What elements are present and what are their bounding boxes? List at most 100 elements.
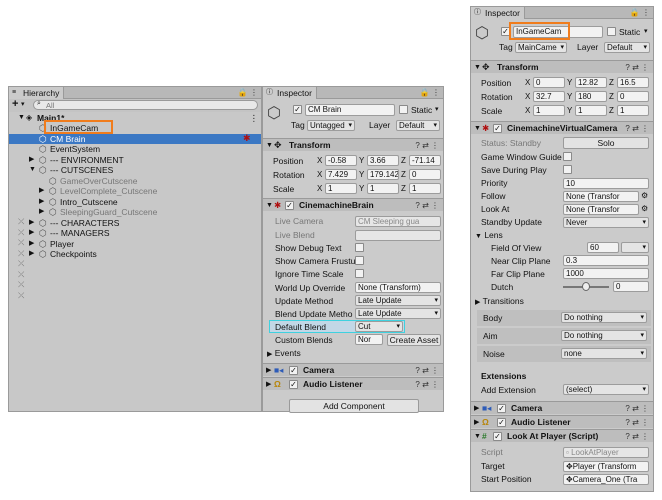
aim-dropdown[interactable]: Do nothing xyxy=(561,330,647,341)
lens-foldout[interactable]: ▼ Lens xyxy=(475,230,503,240)
start-position-field[interactable]: ✥Camera_One (Tra xyxy=(563,474,649,485)
collapse-arrow-icon[interactable]: ▼ xyxy=(474,430,481,443)
expand-arrow-icon[interactable]: ▶ xyxy=(29,228,34,238)
component-menu-icons[interactable]: ? ⇄ ⋮ xyxy=(415,378,439,391)
expand-arrow-icon[interactable]: ▼ xyxy=(29,165,36,175)
transform-y-field[interactable]: 12.82 xyxy=(575,77,607,88)
lock-and-menu-icons[interactable]: 🔒 ⋮ xyxy=(420,87,440,99)
virtual-camera-header[interactable]: ▼ ✱ ✓ CinemachineVirtualCamera ? ⇄ ⋮ xyxy=(471,121,653,134)
audio-listener-header[interactable]: ▶ Ω ✓ Audio Listener ? ⇄ ⋮ xyxy=(263,377,443,390)
save-during-play-checkbox[interactable] xyxy=(563,165,572,174)
dutch-field[interactable]: 0 xyxy=(613,281,649,292)
tag-dropdown[interactable]: Untagged xyxy=(307,120,355,131)
lock-and-menu-icons[interactable]: 🔒 ⋮ xyxy=(238,87,258,99)
expand-arrow-icon[interactable]: ▶ xyxy=(39,207,44,217)
show-frustum-checkbox[interactable] xyxy=(355,256,364,265)
layer-dropdown[interactable]: Default xyxy=(604,42,650,53)
transform-header[interactable]: ▼ ✥ Transform ? ⇄ ⋮ xyxy=(263,138,443,151)
collapse-arrow-icon[interactable]: ▼ xyxy=(266,139,273,152)
dutch-slider-handle[interactable] xyxy=(582,282,590,291)
static-checkbox[interactable] xyxy=(399,105,408,114)
collapse-arrow-icon[interactable]: ▼ xyxy=(266,199,273,212)
expand-arrow-icon[interactable]: ▶ xyxy=(474,416,479,429)
axis-z-label[interactable]: Z xyxy=(609,92,614,101)
enabled-checkbox[interactable]: ✓ xyxy=(493,432,502,441)
static-checkbox[interactable] xyxy=(607,27,616,36)
standby-dropdown[interactable]: Never xyxy=(563,217,649,228)
enabled-checkbox[interactable]: ✓ xyxy=(497,404,506,413)
enabled-checkbox[interactable]: ✓ xyxy=(289,366,298,375)
add-button[interactable]: + xyxy=(12,98,18,110)
transform-y-field[interactable]: 180 xyxy=(575,91,607,102)
world-up-field[interactable]: None (Transform) xyxy=(355,282,441,293)
tree-item[interactable]: ▶ ⬡ Checkpoints xyxy=(9,249,261,259)
static-dropdown-arrow-icon[interactable]: ▾ xyxy=(435,105,439,113)
hidden-eye-icon[interactable]: ⤫ xyxy=(18,280,24,291)
create-asset-button[interactable]: Create Asset xyxy=(387,334,441,346)
blend-update-dropdown[interactable]: Late Update xyxy=(355,308,441,319)
priority-field[interactable]: 10 xyxy=(563,178,649,189)
hidden-eye-icon[interactable]: ⤫ xyxy=(18,217,24,228)
axis-x-label[interactable]: X xyxy=(317,184,322,193)
body-dropdown[interactable]: Do nothing xyxy=(561,312,647,323)
inspector-tab[interactable]: ⓘ Inspector xyxy=(263,87,317,99)
hidden-eye-icon[interactable]: ⤫ xyxy=(18,259,24,270)
axis-x-label[interactable]: X xyxy=(317,170,322,179)
collapse-arrow-icon[interactable]: ▼ xyxy=(474,61,481,74)
expand-arrow-icon[interactable]: ▼ xyxy=(18,113,25,123)
axis-y-label[interactable]: Y xyxy=(359,156,364,165)
transform-z-field[interactable]: 1 xyxy=(409,183,441,194)
component-menu-icons[interactable]: ? ⇄ ⋮ xyxy=(625,122,649,135)
events-foldout[interactable]: ▶ Events xyxy=(267,348,301,358)
axis-z-label[interactable]: Z xyxy=(401,170,406,179)
tree-item[interactable]: ▶ ⬡ --- MANAGERS xyxy=(9,228,261,238)
enabled-checkbox[interactable]: ✓ xyxy=(497,418,506,427)
transform-z-field[interactable]: 0 xyxy=(617,91,649,102)
fov-mode-dropdown[interactable] xyxy=(621,242,649,253)
menu-icon[interactable]: ⋮ xyxy=(250,113,259,123)
transform-x-field[interactable]: 1 xyxy=(325,183,357,194)
hidden-eye-icon[interactable]: ⤫ xyxy=(18,291,24,302)
component-menu-icons[interactable]: ? ⇄ ⋮ xyxy=(415,199,439,212)
active-checkbox[interactable]: ✓ xyxy=(293,105,302,114)
lock-and-menu-icons[interactable]: 🔒 ⋮ xyxy=(630,7,650,19)
axis-y-label[interactable]: Y xyxy=(359,184,364,193)
axis-x-label[interactable]: X xyxy=(525,78,530,87)
near-clip-field[interactable]: 0.3 xyxy=(563,255,649,266)
axis-y-label[interactable]: Y xyxy=(567,78,572,87)
collapse-arrow-icon[interactable]: ▼ xyxy=(474,122,481,135)
tree-item[interactable]: ▶ ⬡ SleepingGuard_Cutscene xyxy=(9,207,261,217)
tree-item[interactable]: ▶ ⬡ LevelComplete_Cutscene xyxy=(9,186,261,196)
axis-z-label[interactable]: Z xyxy=(609,78,614,87)
gear-icon[interactable]: ⚙ xyxy=(641,204,648,213)
expand-arrow-icon[interactable]: ▶ xyxy=(266,378,271,391)
look-at-player-header[interactable]: ▼ # ✓ Look At Player (Script) ? ⇄ ⋮ xyxy=(471,429,653,442)
noise-dropdown[interactable]: none xyxy=(561,348,647,359)
static-dropdown-arrow-icon[interactable]: ▾ xyxy=(644,27,648,35)
transform-z-field[interactable]: 0 xyxy=(409,169,441,180)
hidden-eye-icon[interactable]: ⤫ xyxy=(18,228,24,239)
default-blend-dropdown[interactable]: Cut xyxy=(355,321,403,332)
solo-button[interactable]: Solo xyxy=(563,137,649,149)
tree-item[interactable]: ⬡ EventSystem xyxy=(9,144,261,154)
tree-item[interactable]: ▶ ⬡ --- CHARACTERS xyxy=(9,218,261,228)
transform-z-field[interactable]: 1 xyxy=(617,105,649,116)
transform-x-field[interactable]: 7.429 xyxy=(325,169,357,180)
tree-item[interactable]: ▶ ⬡ --- ENVIRONMENT xyxy=(9,155,261,165)
transform-y-field[interactable]: 1 xyxy=(367,183,399,194)
component-menu-icons[interactable]: ? ⇄ ⋮ xyxy=(625,61,649,74)
transform-y-field[interactable]: 1 xyxy=(575,105,607,116)
cinemachine-brain-header[interactable]: ▼ ✱ ✓ CinemachineBrain ? ⇄ ⋮ xyxy=(263,198,443,211)
custom-blends-field[interactable]: Nor xyxy=(355,334,383,345)
tag-dropdown[interactable]: MainCame xyxy=(515,42,567,53)
axis-x-label[interactable]: X xyxy=(525,92,530,101)
fov-field[interactable]: 60 xyxy=(587,242,619,253)
hidden-eye-icon[interactable]: ⤫ xyxy=(18,249,24,260)
show-debug-checkbox[interactable] xyxy=(355,243,364,252)
camera-header[interactable]: ▶ ■◂ ✓ Camera ? ⇄ ⋮ xyxy=(263,363,443,376)
expand-arrow-icon[interactable]: ▶ xyxy=(29,249,34,259)
tree-item[interactable]: ▼ ⬡ --- CUTSCENES xyxy=(9,165,261,175)
camera-header[interactable]: ▶ ■◂ ✓ Camera ? ⇄ ⋮ xyxy=(471,401,653,414)
tree-item[interactable]: ⬡ CM Brain xyxy=(9,133,261,144)
axis-x-label[interactable]: X xyxy=(317,156,322,165)
